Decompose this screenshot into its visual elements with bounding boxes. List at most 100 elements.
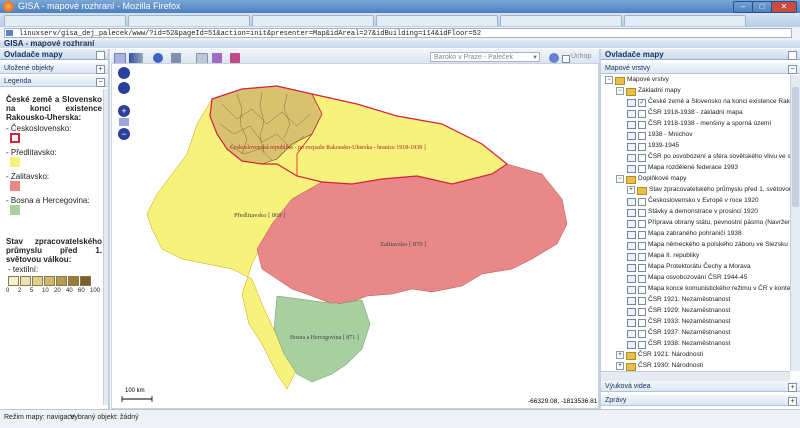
layer-checkbox[interactable] — [638, 275, 646, 283]
tree-layer[interactable]: 1938 - Mnichov — [601, 130, 790, 140]
tree-layer[interactable]: ČSR 1929: Nezaměstnanost — [601, 306, 790, 316]
tree-folder[interactable]: − Mapové vrstvy — [601, 75, 790, 85]
layer-checkbox[interactable] — [638, 341, 646, 349]
tree-layer[interactable]: Mapa II. republiky — [601, 251, 790, 261]
tree-layer[interactable]: Mapa zabraného pohraničí 1938 — [601, 229, 790, 239]
layer-checkbox[interactable] — [638, 231, 646, 239]
layer-checkbox[interactable] — [638, 308, 646, 316]
right-scrollbar[interactable] — [790, 75, 800, 371]
expand-icon[interactable]: + — [96, 65, 105, 74]
expand-icon[interactable]: + — [627, 186, 635, 194]
expand-icon[interactable]: + — [616, 362, 624, 370]
clear-tool-icon[interactable] — [230, 53, 240, 63]
tree-layer[interactable]: Mapa osvobozování ČSR 1944-45 — [601, 273, 790, 283]
measure-tool-icon[interactable] — [129, 53, 143, 63]
tree-layer[interactable]: Mapa německého a polského záboru ve Slez… — [601, 240, 790, 250]
tree-layer[interactable]: Mapa konce komunistického režimu v ČR v … — [601, 284, 790, 294]
layer-checkbox[interactable] — [638, 297, 646, 305]
layer-checkbox[interactable] — [638, 319, 646, 327]
collapse-right-icon[interactable] — [788, 51, 797, 60]
tree-folder[interactable]: + ČSR 1930: Národnosti — [601, 361, 790, 371]
layer-checkbox[interactable] — [638, 286, 646, 294]
layer-checkbox[interactable] — [638, 209, 646, 217]
layer-checkbox[interactable] — [638, 253, 646, 261]
layers-section-header[interactable]: Mapové vrstvy — [601, 63, 800, 74]
layer-checkbox[interactable] — [638, 220, 646, 228]
layer-checkbox[interactable] — [638, 264, 646, 272]
tree-layer[interactable]: ČSR 1921: Nezaměstnanost — [601, 295, 790, 305]
zoom-in-button[interactable]: + — [118, 105, 130, 117]
tree-item-label: Mapové vrstvy — [627, 76, 669, 83]
tree-layer[interactable]: ČSR po osvobození a sféra sovětského vli… — [601, 152, 790, 162]
layer-checkbox[interactable] — [638, 110, 646, 118]
tree-layer[interactable]: Stávky a demonstrace v prosinci 1920 — [601, 207, 790, 217]
video-section-header[interactable]: Výuková videa — [601, 381, 800, 392]
chevron-down-icon: ▼ — [532, 55, 538, 61]
layer-checkbox[interactable] — [638, 121, 646, 129]
layer-checkbox[interactable] — [638, 143, 646, 151]
layer-checkbox[interactable] — [638, 242, 646, 250]
close-button[interactable]: ✕ — [771, 1, 797, 13]
tree-folder[interactable]: − Základní mapy — [601, 86, 790, 96]
collapse-icon[interactable]: − — [616, 175, 624, 183]
zoom-out-button[interactable]: − — [118, 128, 130, 140]
tree-layer[interactable]: 1939-1945 — [601, 141, 790, 151]
tree-layer[interactable]: Mapa rozdělené federace 1993 — [601, 163, 790, 173]
pan-down-icon[interactable] — [118, 82, 130, 94]
scrollbar-thumb[interactable] — [792, 87, 799, 207]
layer-checkbox[interactable] — [638, 330, 646, 338]
browser-tab[interactable] — [624, 15, 746, 26]
location-select[interactable]: Baroko v Praze - Paleček — [430, 52, 540, 62]
browser-tab[interactable] — [128, 15, 250, 26]
pan-control-icon[interactable] — [118, 67, 130, 79]
expand-icon[interactable]: + — [788, 383, 797, 392]
layers-tool-icon[interactable] — [171, 53, 181, 63]
tree-layer[interactable]: ČSR 1938: Nezaměstnanost — [601, 339, 790, 349]
tree-folder[interactable]: + ČSR 1921: Národnosti — [601, 350, 790, 360]
collapse-icon[interactable]: − — [788, 65, 797, 74]
snap-icon[interactable] — [549, 53, 559, 63]
legend-header[interactable]: Legenda — [0, 76, 108, 87]
collapse-icon[interactable]: − — [616, 87, 624, 95]
browser-tab[interactable] — [252, 15, 374, 26]
scale-swatch — [8, 276, 19, 286]
collapse-left-icon[interactable] — [96, 51, 105, 60]
snap-checkbox[interactable] — [562, 55, 570, 63]
layer-icon — [627, 121, 636, 129]
tree-layer[interactable]: ČSR 1933: Nezaměstnanost — [601, 317, 790, 327]
url-input[interactable]: linuxserv/gisa_dej_palecek/www/?id=52&pa… — [4, 28, 792, 38]
info-icon[interactable] — [153, 53, 163, 63]
draw-tool-icon[interactable] — [212, 53, 222, 63]
tree-layer[interactable]: ✓ České země a Slovensko na konci existen… — [601, 97, 790, 107]
expand-icon[interactable]: + — [788, 397, 797, 406]
news-section-header[interactable]: Zprávy — [601, 395, 800, 406]
layer-checkbox[interactable] — [638, 198, 646, 206]
layer-checkbox[interactable] — [638, 154, 646, 162]
tree-layer[interactable]: ČSR 1937: Nezaměstnanost — [601, 328, 790, 338]
saved-objects-header[interactable]: Uložené objekty — [0, 63, 108, 74]
tree-layer[interactable]: Československo v Evropě v roce 1920 — [601, 196, 790, 206]
tree-item-label: Československo v Evropě v roce 1920 — [648, 197, 759, 204]
browser-tab[interactable] — [4, 15, 126, 26]
tree-layer[interactable]: Mapa Protektorátu Čechy a Morava — [601, 262, 790, 272]
tree-folder[interactable]: − Doplňkové mapy — [601, 174, 790, 184]
tree-layer[interactable]: ČSR 1918-1938 - menšiny a sporná území — [601, 119, 790, 129]
layer-checkbox[interactable] — [638, 132, 646, 140]
tree-layer[interactable]: ČSR 1918-1938 - základní mapa — [601, 108, 790, 118]
layer-checkbox[interactable] — [638, 165, 646, 173]
tree-layer[interactable]: Příprava obrany státu, pevnostní pásmo (… — [601, 218, 790, 228]
layer-checkbox[interactable]: ✓ — [638, 99, 646, 107]
minimize-button[interactable]: – — [733, 1, 753, 13]
horizontal-scrollbar[interactable] — [601, 371, 790, 381]
map-canvas[interactable]: + − Československá republika - po rozpad… — [111, 63, 599, 409]
tree-folder[interactable]: + Stav zpracovatelského průmyslu před 1. … — [601, 185, 790, 195]
maximize-button[interactable]: □ — [752, 1, 772, 13]
collapse-icon[interactable]: − — [605, 76, 613, 84]
scale-label: 60 — [78, 288, 85, 294]
expand-icon[interactable]: + — [616, 351, 624, 359]
browser-tab[interactable] — [500, 15, 622, 26]
browser-tab[interactable] — [376, 15, 498, 26]
collapse-icon[interactable]: − — [96, 78, 105, 87]
splitter-left[interactable] — [108, 49, 110, 409]
zoom-slider[interactable] — [119, 118, 129, 126]
